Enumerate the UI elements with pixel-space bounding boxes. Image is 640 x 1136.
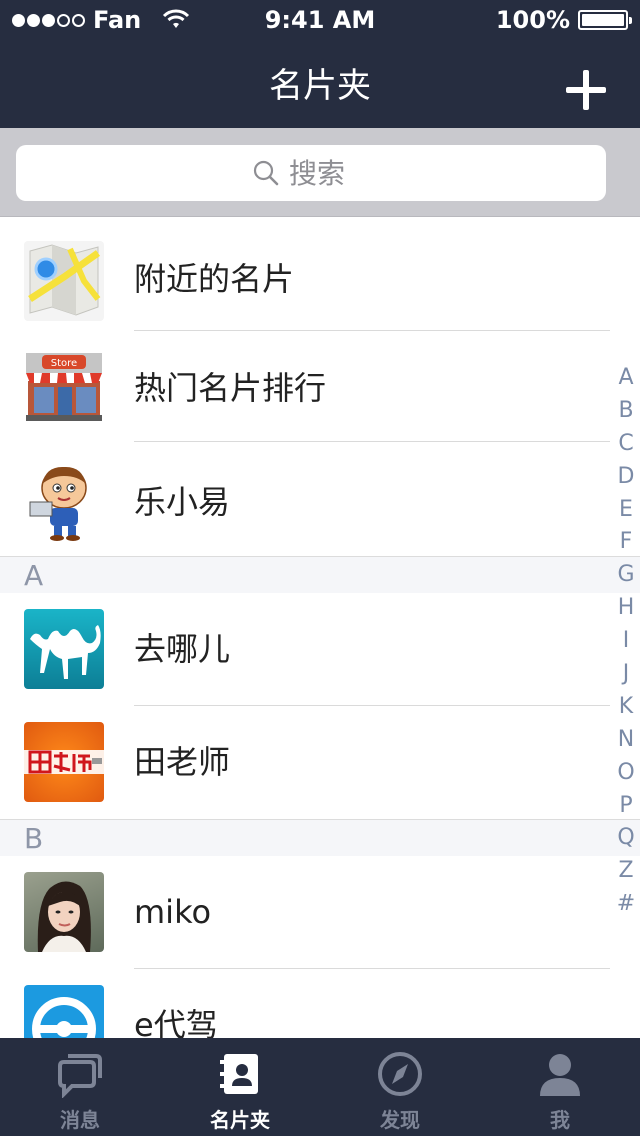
store-icon: Store (24, 347, 104, 427)
index-letter[interactable]: G (614, 559, 638, 592)
map-icon (24, 241, 104, 321)
index-letter[interactable]: H (614, 592, 638, 625)
section-header-a: A (0, 556, 640, 593)
svg-text:Store: Store (51, 358, 77, 369)
list-item-popular-ranking[interactable]: Store 热门名片排行 (0, 331, 640, 442)
search-input[interactable] (289, 156, 369, 190)
index-letter[interactable]: N (614, 724, 638, 757)
contact-name: 去哪儿 (134, 630, 231, 668)
page-title: 名片夹 (269, 66, 371, 106)
battery-icon (578, 10, 632, 30)
list-item-label: 附近的名片 (134, 260, 295, 298)
contacts-book-icon (220, 1054, 258, 1094)
contact-name: 田老师 (134, 743, 231, 781)
index-letter[interactable]: C (614, 428, 638, 461)
contact-name: e代驾 (134, 1006, 218, 1038)
tab-me[interactable]: 我 (480, 1038, 640, 1136)
tab-card-holder[interactable]: 名片夹 (160, 1038, 320, 1136)
tab-discover[interactable]: 发现 (320, 1038, 480, 1136)
tab-bar: 消息 名片夹 发现 我 (0, 1038, 640, 1136)
index-letter[interactable]: I (614, 625, 638, 658)
index-letter[interactable]: D (614, 461, 638, 494)
contact-row[interactable]: 去哪儿 (0, 593, 640, 706)
tab-label: 消息 (60, 1108, 100, 1132)
add-card-button[interactable] (562, 66, 610, 114)
alphabet-index[interactable]: A B C D E F G H I J K N O P Q Z # (614, 362, 638, 921)
search-icon (253, 160, 279, 186)
list-item-nearby-cards[interactable]: 附近的名片 (0, 217, 640, 331)
index-letter[interactable]: # (614, 888, 638, 921)
contact-row[interactable]: e代驾 (0, 969, 640, 1038)
index-letter[interactable]: K (614, 691, 638, 724)
index-letter[interactable]: E (614, 494, 638, 527)
section-letter: B (24, 822, 44, 855)
mascot-icon (24, 462, 104, 542)
list-item-label: 热门名片排行 (134, 369, 327, 407)
index-letter[interactable]: F (614, 526, 638, 559)
search-area (0, 128, 640, 217)
tian-laoshi-logo (24, 722, 104, 802)
status-bar: Fan 9:41 AM 100% (0, 0, 640, 40)
steering-wheel-icon (24, 985, 104, 1038)
index-letter[interactable]: P (614, 790, 638, 823)
list-item-mascot[interactable]: 乐小易 (0, 442, 640, 556)
index-letter[interactable]: Z (614, 855, 638, 888)
camel-icon (24, 609, 104, 689)
index-letter[interactable]: B (614, 395, 638, 428)
search-bar[interactable] (16, 145, 606, 201)
person-icon (540, 1054, 580, 1096)
tab-messages[interactable]: 消息 (0, 1038, 160, 1136)
list-item-label: 乐小易 (134, 483, 231, 521)
chat-icon (58, 1054, 102, 1098)
index-letter[interactable]: O (614, 757, 638, 790)
tab-label: 名片夹 (210, 1108, 270, 1132)
contact-name: miko (134, 893, 212, 931)
index-letter[interactable]: A (614, 362, 638, 395)
battery-percent: 100% (495, 6, 570, 34)
tab-label: 发现 (380, 1108, 420, 1132)
index-letter[interactable]: J (614, 658, 638, 691)
navigation-bar: 名片夹 (0, 40, 640, 128)
tab-label: 我 (550, 1108, 570, 1132)
section-header-b: B (0, 819, 640, 856)
compass-icon (378, 1052, 422, 1096)
section-letter: A (24, 559, 44, 592)
contact-row[interactable]: 田老师 (0, 706, 640, 819)
contact-row[interactable]: miko (0, 856, 640, 969)
avatar-photo (24, 872, 104, 952)
card-list: 附近的名片 Store 热门名片排行 乐小易 A 去哪儿 田老师 B miko … (0, 217, 640, 1038)
index-letter[interactable]: Q (614, 822, 638, 855)
